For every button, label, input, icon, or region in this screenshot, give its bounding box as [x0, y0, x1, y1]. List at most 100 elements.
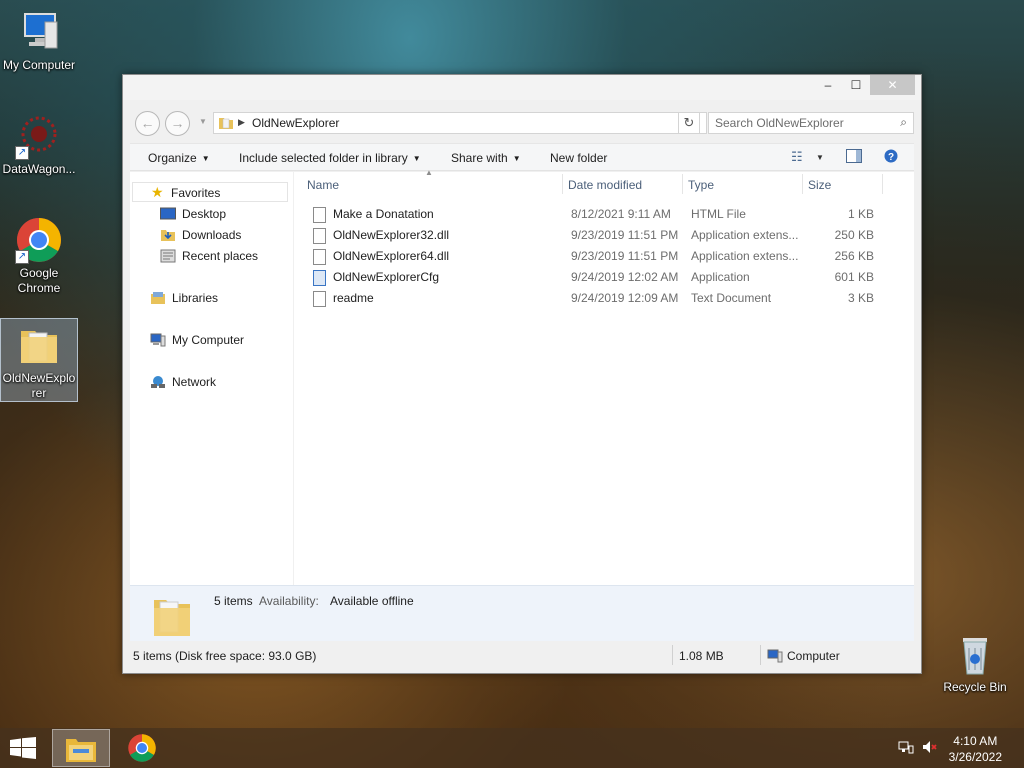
share-with-menu[interactable]: Share with ▼	[451, 151, 521, 165]
file-row[interactable]: Make a Donatation 8/12/2021 9:11 AM HTML…	[308, 204, 906, 224]
network-tray-icon[interactable]	[898, 740, 914, 757]
desktop-icon-google-chrome[interactable]: ↗ Google Chrome	[0, 216, 78, 296]
back-button[interactable]: ←	[135, 111, 160, 136]
app-icon	[313, 270, 326, 286]
file-row[interactable]: readme 9/24/2019 12:09 AM Text Document …	[308, 288, 906, 308]
shortcut-arrow-icon: ↗	[15, 250, 29, 264]
datawagon-icon: ↗	[15, 112, 63, 160]
details-pane: 5 items Availability: Available offline	[130, 585, 914, 641]
preview-pane-icon[interactable]	[846, 149, 862, 166]
title-bar[interactable]: – ☐ ✕	[123, 75, 921, 100]
file-date: 9/24/2019 12:09 AM	[571, 291, 679, 305]
nav-item-libraries[interactable]: Libraries	[150, 288, 218, 308]
nav-item-my-computer[interactable]: My Computer	[150, 330, 244, 350]
navigation-pane: ★ Favorites Desktop Downloads Recent pla…	[130, 172, 293, 585]
desktop-icon-recycle-bin[interactable]: Recycle Bin	[936, 630, 1014, 695]
minimize-button[interactable]: –	[814, 75, 842, 95]
organize-label: Organize	[148, 151, 197, 165]
column-header-date-modified[interactable]: Date modified	[568, 178, 642, 192]
nav-label: Downloads	[182, 228, 242, 242]
column-header-type[interactable]: Type	[688, 178, 714, 192]
chevron-right-icon: ▶	[238, 117, 245, 127]
command-bar: Organize ▼ Include selected folder in lib…	[130, 143, 914, 171]
desktop-icon-oldnewexplorer[interactable]: OldNewExplorer	[0, 318, 78, 402]
html-file-icon	[313, 207, 326, 223]
volume-muted-icon[interactable]	[922, 740, 938, 757]
column-header-name[interactable]: Name	[307, 178, 339, 192]
desktop-icon-label: My Computer	[2, 58, 76, 72]
search-input[interactable]	[709, 113, 889, 133]
nav-item-downloads[interactable]: Downloads	[160, 225, 241, 245]
taskbar-chrome[interactable]	[113, 729, 171, 767]
desktop-icon-my-computer[interactable]: My Computer	[0, 8, 78, 73]
breadcrumb-oldnewexplorer[interactable]: OldNewExplorer	[252, 116, 339, 130]
column-header-size[interactable]: Size	[808, 178, 831, 192]
column-divider[interactable]	[562, 174, 563, 194]
nav-item-recent-places[interactable]: Recent places	[160, 246, 258, 266]
file-type: Application	[691, 270, 750, 284]
file-size: 256 KB	[834, 249, 874, 263]
refresh-button[interactable]: ↻	[678, 112, 700, 134]
status-divider	[760, 645, 761, 665]
sort-ascending-icon: ▲	[425, 168, 433, 177]
nav-item-network[interactable]: Network	[150, 372, 216, 392]
file-date: 9/23/2019 11:51 PM	[571, 249, 679, 263]
file-name: readme	[333, 291, 374, 305]
nav-label: My Computer	[172, 333, 245, 347]
column-divider[interactable]	[882, 174, 883, 194]
file-name: OldNewExplorerCfg	[333, 270, 440, 284]
include-in-library-menu[interactable]: Include selected folder in library ▼	[239, 151, 421, 165]
desktop-icon-label: DataWagon...	[2, 162, 76, 176]
desktop-icon	[160, 207, 176, 221]
address-bar[interactable]: ▶ OldNewExplorer ⌄	[213, 112, 707, 134]
file-row[interactable]: OldNewExplorerCfg 9/24/2019 12:02 AM App…	[308, 267, 906, 287]
new-folder-button[interactable]: New folder	[550, 151, 607, 165]
file-type: Application extens...	[691, 228, 799, 242]
file-list: ▲ Name Date modified Type Size Make a Do…	[300, 168, 914, 585]
file-row[interactable]: OldNewExplorer32.dll 9/23/2019 11:51 PM …	[308, 225, 906, 245]
item-count: 5 items	[214, 594, 253, 608]
new-folder-label: New folder	[550, 151, 608, 165]
include-label: Include selected folder in library	[239, 151, 408, 165]
downloads-folder-icon	[160, 228, 176, 242]
start-button[interactable]	[10, 737, 36, 762]
explorer-window: – ☐ ✕ ← → ▼ ▶ OldNewExplorer ⌄ ↻ ⌕ Organ…	[122, 74, 922, 674]
system-clock[interactable]: 4:10 AM 3/26/2022	[949, 733, 1002, 765]
close-button[interactable]: ✕	[870, 75, 915, 95]
maximize-button[interactable]: ☐	[842, 75, 870, 95]
search-icon[interactable]: ⌕	[900, 115, 907, 130]
file-size: 250 KB	[834, 228, 874, 242]
star-icon: ★	[151, 184, 164, 200]
forward-button[interactable]: →	[165, 111, 190, 136]
file-date: 9/24/2019 12:02 AM	[571, 270, 679, 284]
caret-down-icon: ▼	[512, 154, 521, 163]
pane-splitter[interactable]	[293, 172, 294, 585]
desktop-icon-label: Google Chrome	[17, 266, 61, 295]
organize-menu[interactable]: Organize ▼	[148, 151, 210, 165]
search-box[interactable]: ⌕	[708, 112, 914, 134]
desktop-icon-datawagon[interactable]: ↗ DataWagon...	[0, 112, 78, 177]
taskbar-file-explorer[interactable]	[52, 729, 110, 767]
column-divider[interactable]	[802, 174, 803, 194]
nav-item-favorites[interactable]: ★ Favorites	[132, 182, 288, 202]
file-row[interactable]: OldNewExplorer64.dll 9/23/2019 11:51 PM …	[308, 246, 906, 266]
file-size: 601 KB	[834, 270, 874, 284]
nav-label: Recent places	[182, 249, 259, 263]
caret-down-icon: ▼	[201, 154, 210, 163]
status-location-icon	[767, 649, 783, 666]
folder-icon	[15, 321, 63, 369]
dll-file-icon	[313, 228, 326, 244]
computer-icon	[15, 8, 63, 56]
column-divider[interactable]	[682, 174, 683, 194]
view-dropdown-icon[interactable]: ▼	[816, 153, 824, 162]
clock-date: 3/26/2022	[948, 750, 1002, 764]
help-icon[interactable]: ?	[884, 149, 898, 166]
dll-file-icon	[313, 249, 326, 265]
file-name: Make a Donatation	[333, 207, 434, 221]
nav-item-desktop[interactable]: Desktop	[160, 204, 226, 224]
svg-text:?: ?	[888, 152, 894, 163]
file-type: HTML File	[691, 207, 746, 221]
recent-locations-dropdown[interactable]: ▼	[199, 117, 207, 126]
recent-places-icon	[160, 249, 176, 263]
view-options-icon[interactable]: ☷	[791, 149, 803, 165]
